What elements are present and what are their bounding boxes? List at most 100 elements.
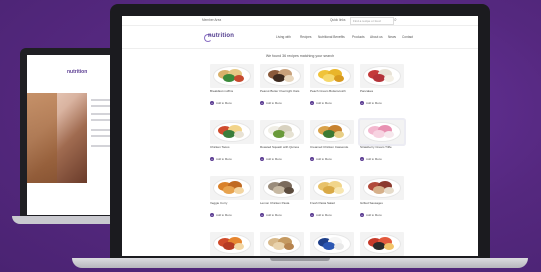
- add-to-menu-button[interactable]: + Add to Menu: [260, 100, 282, 105]
- add-to-menu-button[interactable]: + Add to Menu: [260, 212, 282, 217]
- recipe-card[interactable]: Cheese Pastries+Add to Menu: [260, 232, 304, 256]
- plus-icon[interactable]: +: [310, 212, 314, 217]
- add-to-menu-label: Add to Menu: [366, 212, 382, 217]
- recipe-photo[interactable]: [210, 64, 254, 88]
- food-item: [284, 131, 294, 138]
- recipe-title[interactable]: Strawberry Cream Trifle: [360, 145, 404, 150]
- recipe-title[interactable]: Pancakes: [360, 89, 404, 94]
- recipe-photo[interactable]: [210, 232, 254, 256]
- recipe-card[interactable]: Peach Cream Butterscotch + Add to Menu: [310, 64, 354, 110]
- recipe-card[interactable]: Pancakes + Add to Menu: [360, 64, 404, 110]
- recipe-card[interactable]: Blueberry Dessert+Add to Menu: [310, 232, 354, 256]
- plus-icon[interactable]: +: [260, 100, 264, 105]
- recipe-photo[interactable]: [210, 120, 254, 144]
- search-input[interactable]: Find a recipe or food: [350, 17, 394, 25]
- recipe-card[interactable]: Fresh Pasta Salad + Add to Menu: [310, 176, 354, 222]
- recipe-title[interactable]: Creamed Chicken Casserole: [310, 145, 354, 150]
- recipe-card[interactable]: Penne Bolognese+Add to Menu: [210, 232, 254, 256]
- recipe-title[interactable]: Chicken Tacos: [210, 145, 254, 150]
- plus-icon[interactable]: +: [360, 156, 364, 161]
- plus-icon[interactable]: +: [310, 156, 314, 161]
- add-to-menu-label: Add to Menu: [316, 100, 332, 105]
- nav-item-contact[interactable]: Contact: [402, 35, 413, 39]
- recipe-photo[interactable]: [210, 176, 254, 200]
- add-to-menu-label: Add to Menu: [316, 156, 332, 161]
- plus-icon[interactable]: +: [310, 100, 314, 105]
- recipe-photo[interactable]: [260, 232, 304, 256]
- recipe-card[interactable]: Tomato Penne+Add to Menu: [360, 232, 404, 256]
- nav-item-news[interactable]: News: [388, 35, 396, 39]
- quick-links[interactable]: Quick links: [330, 18, 345, 22]
- site-logo[interactable]: nutrition: [208, 33, 234, 39]
- add-to-menu-label: Add to Menu: [216, 212, 232, 217]
- add-to-menu-button[interactable]: + Add to Menu: [360, 156, 382, 161]
- recipe-title[interactable]: Fresh Pasta Salad: [310, 201, 354, 206]
- recipe-card[interactable]: Chicken Tacos + Add to Menu: [210, 120, 254, 166]
- food-item: [234, 187, 244, 194]
- member-area-link[interactable]: Member Area: [202, 18, 221, 22]
- add-to-menu-button[interactable]: + Add to Menu: [310, 156, 332, 161]
- recipe-card[interactable]: Breakfast muffins + Add to Menu: [210, 64, 254, 110]
- recipe-photo[interactable]: [260, 64, 304, 88]
- nav-item-living-with[interactable]: Living with: [276, 35, 291, 39]
- recipe-card[interactable]: Strawberry Cream Trifle + Add to Menu: [360, 120, 404, 166]
- food-item: [284, 243, 294, 250]
- utility-bar: Member Area Quick links Find a recipe or…: [122, 16, 478, 26]
- recipe-title[interactable]: Roasted Squash with Quinoa: [260, 145, 304, 150]
- recipe-card[interactable]: Peanut Butter Overnight Oats + Add to Menu: [260, 64, 304, 110]
- add-to-menu-button[interactable]: + Add to Menu: [310, 100, 332, 105]
- front-laptop-screen: Member Area Quick links Find a recipe or…: [122, 16, 478, 256]
- add-to-menu-button[interactable]: + Add to Menu: [210, 100, 232, 105]
- recipe-photo[interactable]: [260, 120, 304, 144]
- recipe-photo[interactable]: [310, 120, 354, 144]
- plus-icon[interactable]: +: [360, 100, 364, 105]
- recipe-title[interactable]: Veggie Curry: [210, 201, 254, 206]
- search-icon[interactable]: ⌕: [394, 17, 397, 23]
- main-nav: nutrition Living with Recipes Nutritiona…: [122, 26, 478, 49]
- nav-item-products[interactable]: Products: [352, 35, 365, 39]
- plus-icon[interactable]: +: [210, 212, 214, 217]
- add-to-menu-button[interactable]: + Add to Menu: [210, 156, 232, 161]
- recipe-title[interactable]: Lemon Chicken Pasta: [260, 201, 304, 206]
- recipe-photo[interactable]: [360, 120, 404, 144]
- recipe-card[interactable]: Roasted Squash with Quinoa + Add to Menu: [260, 120, 304, 166]
- recipe-card[interactable]: Lemon Chicken Pasta + Add to Menu: [260, 176, 304, 222]
- plus-icon[interactable]: +: [260, 156, 264, 161]
- plus-icon[interactable]: +: [360, 212, 364, 217]
- recipe-photo[interactable]: [360, 64, 404, 88]
- recipe-photo[interactable]: [360, 232, 404, 256]
- back-logo: nutrition: [67, 69, 88, 75]
- add-to-menu-button[interactable]: + Add to Menu: [360, 212, 382, 217]
- food-item: [284, 187, 294, 194]
- food-item: [334, 187, 344, 194]
- plus-icon[interactable]: +: [260, 212, 264, 217]
- food-item: [284, 75, 294, 82]
- plus-icon[interactable]: +: [210, 156, 214, 161]
- nav-item-about-us[interactable]: About us: [370, 35, 383, 39]
- recipe-title[interactable]: Peach Cream Butterscotch: [310, 89, 354, 94]
- add-to-menu-label: Add to Menu: [216, 156, 232, 161]
- recipe-card[interactable]: Creamed Chicken Casserole + Add to Menu: [310, 120, 354, 166]
- nav-item-nutritional-benefits[interactable]: Nutritional Benefits: [318, 35, 345, 39]
- recipe-photo[interactable]: [360, 176, 404, 200]
- add-to-menu-button[interactable]: + Add to Menu: [310, 212, 332, 217]
- add-to-menu-label: Add to Menu: [266, 212, 282, 217]
- front-laptop: Member Area Quick links Find a recipe or…: [72, 4, 528, 272]
- food-item: [384, 187, 394, 194]
- recipe-card[interactable]: Veggie Curry + Add to Menu: [210, 176, 254, 222]
- plus-icon[interactable]: +: [210, 100, 214, 105]
- recipe-photo[interactable]: [260, 176, 304, 200]
- recipe-photo[interactable]: [310, 64, 354, 88]
- recipe-title[interactable]: Grilled Sausages: [360, 201, 404, 206]
- recipe-title[interactable]: Peanut Butter Overnight Oats: [260, 89, 304, 94]
- add-to-menu-button[interactable]: + Add to Menu: [210, 212, 232, 217]
- food-item: [334, 243, 344, 250]
- recipe-photo[interactable]: [310, 176, 354, 200]
- nav-item-recipes[interactable]: Recipes: [300, 35, 312, 39]
- recipe-title[interactable]: Breakfast muffins: [210, 89, 254, 94]
- food-item: [234, 243, 244, 250]
- add-to-menu-button[interactable]: + Add to Menu: [360, 100, 382, 105]
- recipe-photo[interactable]: [310, 232, 354, 256]
- add-to-menu-button[interactable]: + Add to Menu: [260, 156, 282, 161]
- recipe-card[interactable]: Grilled Sausages + Add to Menu: [360, 176, 404, 222]
